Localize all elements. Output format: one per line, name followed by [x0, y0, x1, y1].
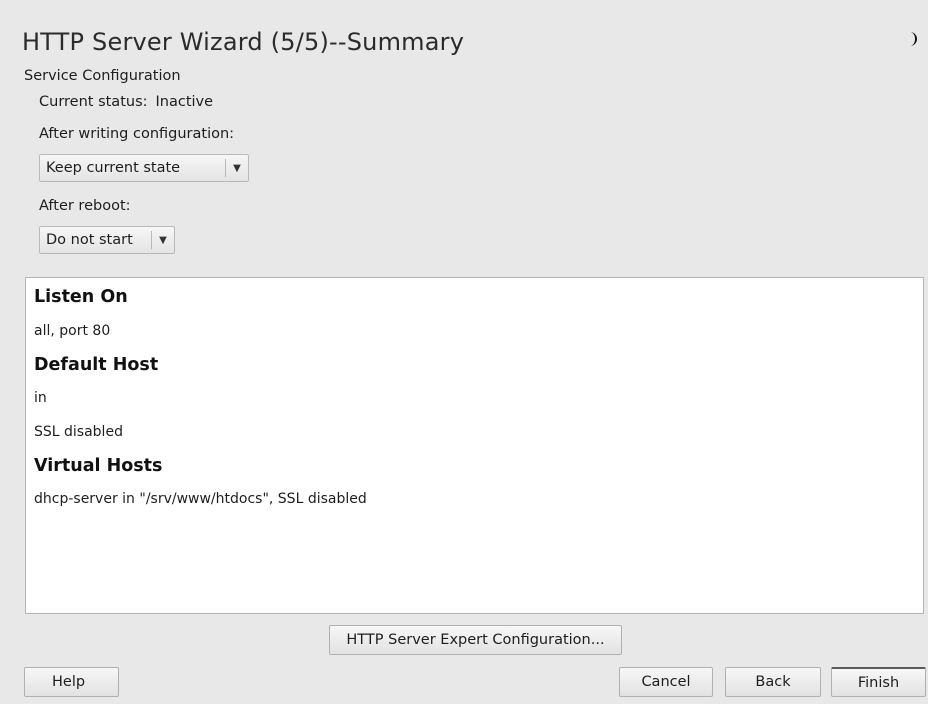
expert-configuration-button[interactable]: HTTP Server Expert Configuration... — [329, 625, 622, 655]
current-status-value: Inactive — [155, 94, 214, 110]
after-reboot-label: After reboot: — [39, 198, 131, 214]
after-reboot-combo[interactable]: Do not start ▼ — [39, 226, 175, 254]
current-status-label: Current status: — [39, 94, 148, 110]
after-reboot-value: Do not start — [46, 232, 133, 248]
after-writing-label: After writing configuration: — [39, 126, 235, 142]
listen-on-heading: Listen On — [34, 287, 128, 307]
summary-panel[interactable]: Listen On all, port 80 Default Host in S… — [25, 277, 924, 614]
cancel-button[interactable]: Cancel — [619, 667, 713, 697]
listen-on-value: all, port 80 — [34, 323, 111, 339]
current-status-row: Current status: Inactive — [39, 94, 213, 110]
back-button[interactable]: Back — [725, 667, 821, 697]
virtual-hosts-heading: Virtual Hosts — [34, 456, 163, 476]
wizard-title: HTTP Server Wizard (5/5)--Summary — [22, 28, 465, 56]
after-writing-combo[interactable]: Keep current state ▼ — [39, 154, 249, 182]
chevron-down-icon: ▼ — [225, 159, 248, 177]
ssl-status-line: SSL disabled — [34, 424, 123, 440]
chevron-down-icon: ▼ — [151, 231, 174, 249]
default-host-heading: Default Host — [34, 355, 159, 375]
moon-icon — [910, 32, 917, 46]
section-label: Service Configuration — [24, 68, 181, 84]
default-host-line: in — [34, 390, 47, 406]
virtual-hosts-value: dhcp-server in "/srv/www/htdocs", SSL di… — [34, 491, 367, 507]
help-button[interactable]: Help — [24, 667, 119, 697]
after-writing-value: Keep current state — [46, 160, 181, 176]
finish-button[interactable]: Finish — [831, 667, 926, 697]
